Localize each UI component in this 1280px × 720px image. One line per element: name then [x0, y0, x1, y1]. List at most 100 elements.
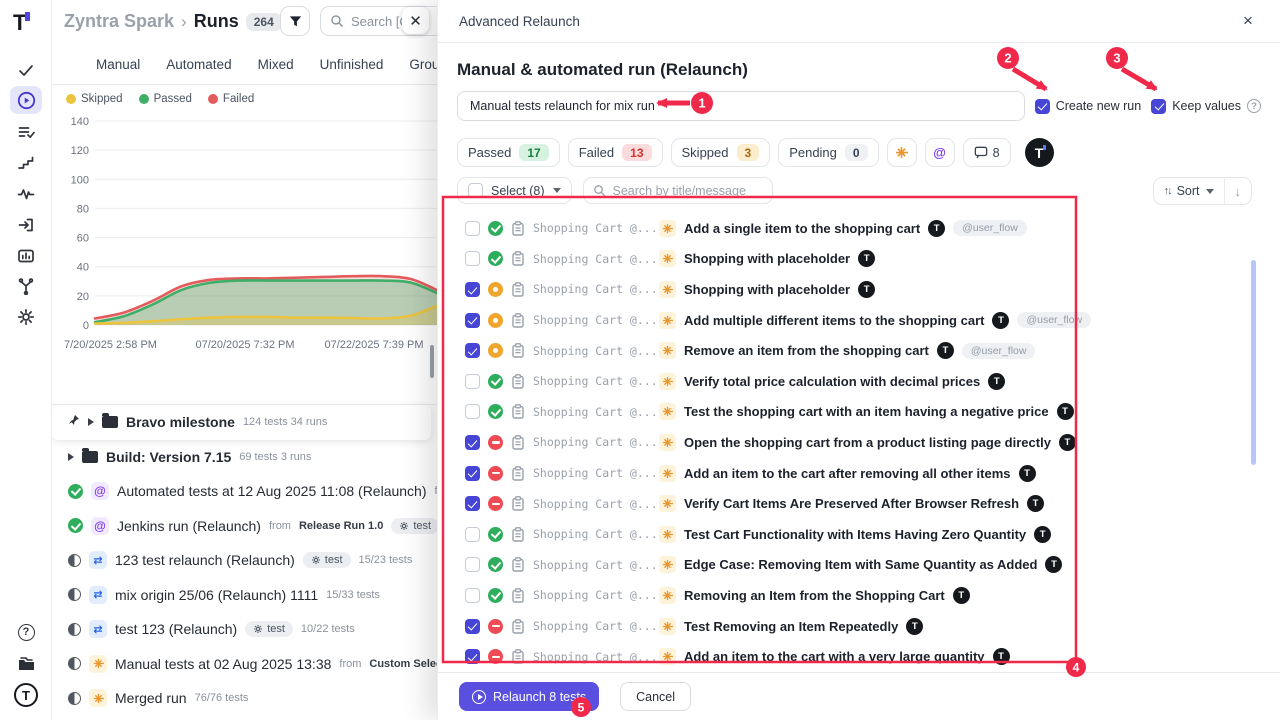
run-row[interactable]: @ Jenkins run (Relaunch) from Release Ru… — [52, 509, 437, 544]
run-row[interactable]: @ Automated tests at 12 Aug 2025 11:08 (… — [52, 474, 437, 509]
tab-automated[interactable]: Automated — [166, 57, 231, 72]
test-checkbox[interactable] — [465, 435, 480, 450]
test-row[interactable]: Shopping Cart @... Open the shopping car… — [457, 427, 1261, 458]
run-row[interactable]: ⇄ 123 test relaunch (Relaunch) test 15/2… — [52, 543, 437, 578]
clipboard-icon — [511, 313, 525, 328]
automated-filter-button[interactable]: @ — [925, 138, 955, 167]
select-dropdown[interactable]: Select (8) — [457, 177, 572, 204]
test-search-input[interactable]: Search by title/message — [583, 177, 773, 204]
run-name-input[interactable] — [457, 91, 1025, 121]
manual-filter-button[interactable] — [887, 138, 917, 167]
comments-filter-button[interactable]: 8 — [963, 138, 1011, 167]
projects-folder-icon[interactable] — [10, 650, 42, 678]
keep-values-help-icon[interactable]: ? — [1247, 99, 1261, 113]
run-type-icon: ⇄ — [89, 620, 107, 638]
test-checkbox[interactable] — [465, 313, 480, 328]
test-row[interactable]: Shopping Cart @... Test Removing an Item… — [457, 611, 1261, 642]
test-row[interactable]: Shopping Cart @... Add a single item to … — [457, 213, 1261, 244]
clipboard-icon — [511, 496, 525, 511]
relaunch-button[interactable]: Relaunch 8 tests — [459, 682, 599, 711]
create-new-run-checkbox[interactable] — [1035, 99, 1050, 114]
sort-direction-button[interactable]: ↓ — [1225, 184, 1252, 199]
runs-nav-icon[interactable] — [10, 86, 42, 114]
user-avatar[interactable]: T — [1025, 138, 1054, 167]
test-checkbox[interactable] — [465, 557, 480, 572]
test-checkbox[interactable] — [465, 649, 480, 664]
profile-logo-icon[interactable]: T — [10, 681, 42, 709]
test-row[interactable]: Shopping Cart @... Shopping with placeho… — [457, 244, 1261, 275]
test-row[interactable]: Shopping Cart @... Add an item to the ca… — [457, 641, 1261, 672]
import-nav-icon[interactable] — [10, 211, 42, 239]
clear-search-button[interactable]: ✕ — [402, 7, 429, 34]
modal-scrollbar[interactable] — [1251, 260, 1256, 465]
test-checkbox[interactable] — [465, 221, 480, 236]
test-row[interactable]: Shopping Cart @... Verify total price ca… — [457, 366, 1261, 397]
chevron-right-icon[interactable] — [88, 418, 94, 426]
pulse-nav-icon[interactable] — [10, 180, 42, 208]
status-filter-pill[interactable]: Passed 17 — [457, 138, 560, 167]
tab-manual[interactable]: Manual — [96, 57, 140, 72]
breadcrumb-project[interactable]: Zyntra Spark — [64, 11, 174, 32]
status-filter-pill[interactable]: Skipped 3 — [671, 138, 771, 167]
help-icon[interactable]: ? — [10, 618, 42, 646]
test-row[interactable]: Shopping Cart @... Remove an item from t… — [457, 335, 1261, 366]
branch-nav-icon[interactable] — [10, 272, 42, 300]
settings-gear-icon[interactable] — [10, 303, 42, 331]
test-checkbox[interactable] — [465, 619, 480, 634]
status-filter-pill[interactable]: Failed 13 — [568, 138, 663, 167]
filter-funnel-button[interactable] — [280, 6, 310, 36]
run-from-label: from — [339, 658, 361, 670]
test-row[interactable]: Shopping Cart @... Test Cart Functionali… — [457, 519, 1261, 550]
test-checkbox[interactable] — [465, 343, 480, 358]
close-icon[interactable]: × — [1237, 10, 1259, 32]
test-checkbox[interactable] — [465, 496, 480, 511]
chevron-right-icon[interactable] — [68, 453, 74, 461]
run-row[interactable]: ⇄ mix origin 25/06 (Relaunch) 1111 15/33… — [52, 578, 437, 613]
tab-groups[interactable]: Groups — [409, 57, 437, 72]
test-checkbox[interactable] — [465, 404, 480, 419]
test-checkbox[interactable] — [465, 588, 480, 603]
test-row[interactable]: Shopping Cart @... Removing an Item from… — [457, 580, 1261, 611]
report-nav-icon[interactable] — [10, 242, 42, 270]
steps-nav-icon[interactable] — [10, 149, 42, 177]
run-row[interactable]: Bravo milestone 124 tests 34 runs — [52, 405, 431, 440]
run-row[interactable]: Merged run 76/76 tests — [52, 681, 437, 716]
cancel-button[interactable]: Cancel — [620, 682, 691, 711]
test-title: Shopping with placeholder — [684, 282, 850, 297]
run-row[interactable]: ⇄ test 123 (Relaunch) test 10/22 tests — [52, 612, 437, 647]
test-row[interactable]: Shopping Cart @... Add an item to the ca… — [457, 458, 1261, 489]
test-row[interactable]: Shopping Cart @... Edge Case: Removing I… — [457, 550, 1261, 581]
run-title: Automated tests at 12 Aug 2025 11:08 (Re… — [117, 483, 427, 499]
run-row[interactable]: Build: Version 7.15 69 tests 3 runs — [52, 440, 437, 475]
list-check-nav-icon[interactable] — [10, 118, 42, 146]
select-all-checkbox[interactable] — [468, 183, 483, 198]
create-new-run-option[interactable]: Create new run — [1035, 99, 1141, 114]
t-badge-icon: T — [953, 587, 970, 604]
test-title: Edge Case: Removing Item with Same Quant… — [684, 557, 1037, 572]
checks-nav-icon[interactable] — [10, 56, 42, 84]
app-logo-icon[interactable]: T — [13, 10, 26, 36]
test-checkbox[interactable] — [465, 466, 480, 481]
status-filter-pill[interactable]: Pending 0 — [778, 138, 878, 167]
test-row[interactable]: Shopping Cart @... Verify Cart Items Are… — [457, 488, 1261, 519]
tab-unfinished[interactable]: Unfinished — [320, 57, 384, 72]
test-row[interactable]: Shopping Cart @... Add multiple differen… — [457, 305, 1261, 336]
keep-values-checkbox[interactable] — [1151, 99, 1166, 114]
breadcrumb-section[interactable]: Runs — [194, 11, 239, 32]
keep-values-option[interactable]: Keep values ? — [1151, 99, 1261, 114]
test-checkbox[interactable] — [465, 527, 480, 542]
run-row[interactable]: Manual tests at 02 Aug 2025 13:38 from C… — [52, 647, 437, 682]
test-checkbox[interactable] — [465, 282, 480, 297]
test-status-icon — [488, 251, 503, 266]
page-scrollbar[interactable] — [430, 345, 434, 378]
sort-button[interactable]: ↑↓ Sort — [1154, 178, 1225, 204]
pill-count-badge: 0 — [845, 144, 868, 161]
tab-mixed[interactable]: Mixed — [258, 57, 294, 72]
run-meta: 124 tests 34 runs — [243, 416, 327, 428]
test-row[interactable]: Shopping Cart @... Shopping with placeho… — [457, 274, 1261, 305]
test-checkbox[interactable] — [465, 251, 480, 266]
test-suite-label: Shopping Cart @... — [533, 282, 651, 296]
test-row[interactable]: Shopping Cart @... Test the shopping car… — [457, 397, 1261, 428]
sort-control[interactable]: ↑↓ Sort ↓ — [1153, 177, 1252, 205]
test-checkbox[interactable] — [465, 374, 480, 389]
